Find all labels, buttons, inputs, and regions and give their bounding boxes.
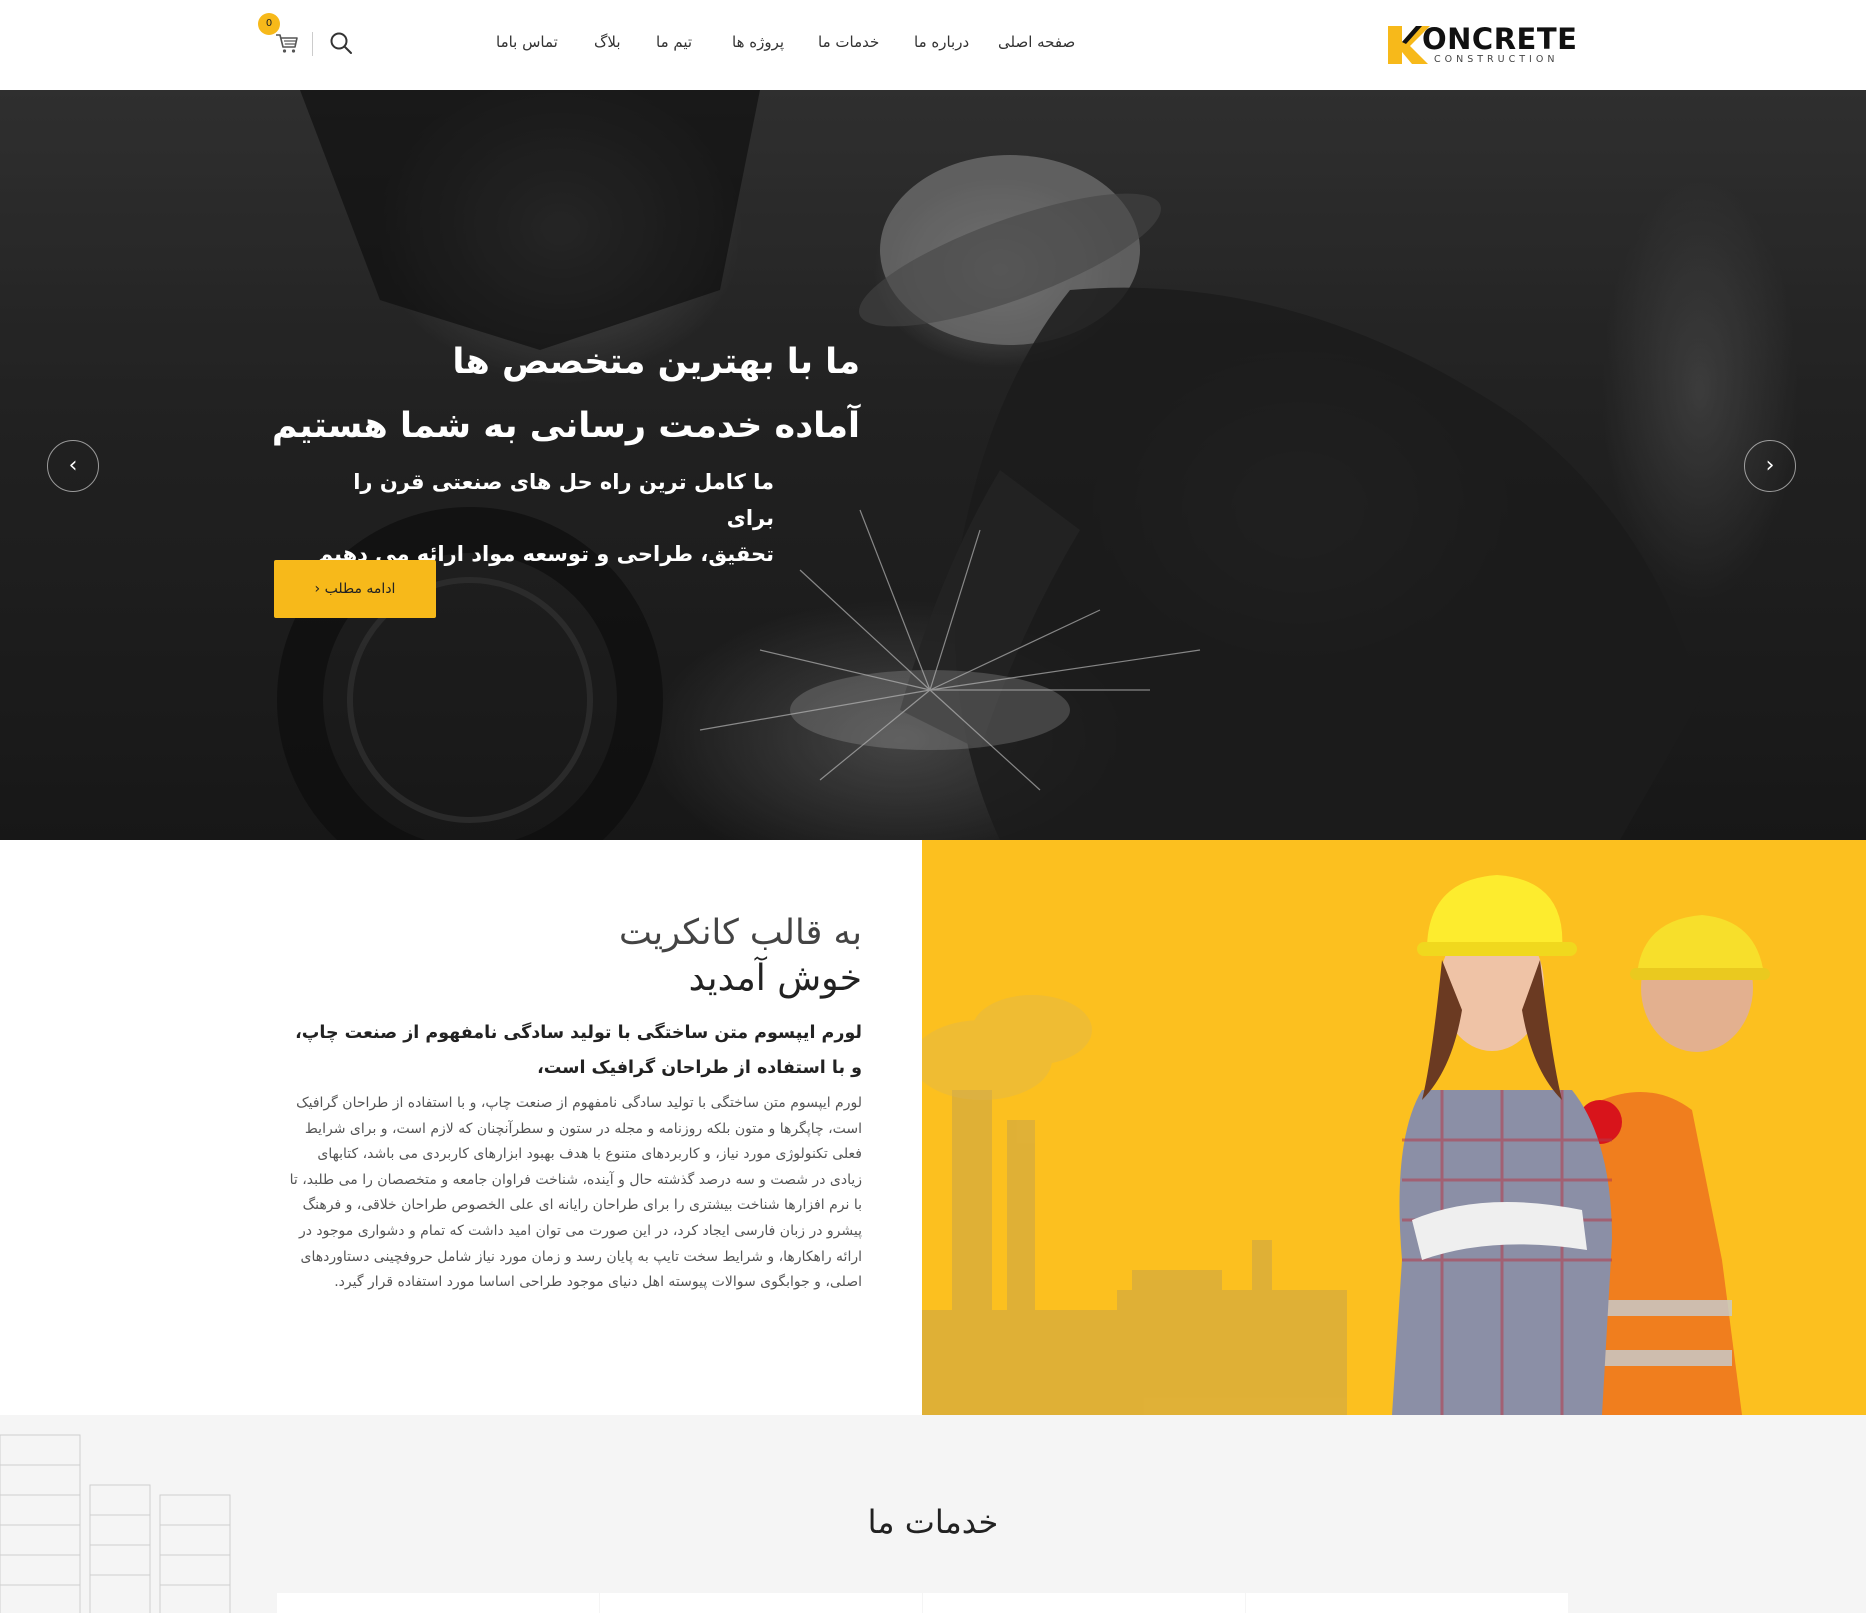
- nav-item-services[interactable]: خدمات ما: [818, 30, 879, 54]
- service-card[interactable]: [1246, 1593, 1568, 1613]
- service-card[interactable]: [600, 1593, 922, 1613]
- hero-title-line1: ما با بهترین متخصص ها: [452, 342, 860, 382]
- chevron-left-icon: ‹: [314, 581, 321, 597]
- services-title: خدمات ما: [867, 1503, 999, 1541]
- workers-illustration: [922, 875, 1770, 1415]
- slider-next-button[interactable]: ›: [1744, 440, 1796, 492]
- nav-item-about[interactable]: درباره ما: [914, 30, 969, 54]
- hero-background-photo: [0, 90, 1866, 840]
- nav-item-team[interactable]: تیم ما: [656, 30, 692, 54]
- search-icon[interactable]: [329, 31, 353, 55]
- welcome-body-text: لورم ایپسوم متن ساختگی با تولید سادگی نا…: [289, 1095, 862, 1291]
- logo-wordmark: ONCRETE: [1422, 22, 1578, 56]
- welcome-title-line1: به قالب کانکریت: [618, 913, 862, 953]
- site-logo[interactable]: ONCRETE CONSTRUCTION: [1388, 22, 1577, 68]
- hero-read-more-button[interactable]: ادامه مطلب ‹: [274, 560, 436, 618]
- welcome-lead-text: لورم ایپسوم متن ساختگی با تولید سادگی نا…: [295, 1023, 862, 1078]
- nav-item-home[interactable]: صفحه اصلی: [998, 30, 1075, 54]
- hero-button-label: ادامه مطلب: [324, 581, 396, 597]
- service-card[interactable]: [277, 1593, 599, 1613]
- cart-icon[interactable]: [274, 30, 300, 56]
- header-divider: [312, 32, 313, 56]
- chevron-right-icon: ›: [1765, 453, 1775, 478]
- chevron-left-icon: ‹: [68, 453, 78, 478]
- site-header: ONCRETE CONSTRUCTION صفحه اصلی درباره ما…: [0, 0, 1866, 90]
- nav-item-projects[interactable]: پروژه ها: [732, 30, 784, 54]
- services-section: خدمات ما: [0, 1415, 1866, 1613]
- logo-tagline: CONSTRUCTION: [1434, 54, 1559, 65]
- nav-item-blog[interactable]: بلاگ: [594, 30, 621, 54]
- hero-title-line2: آماده خدمت رسانی به شما هستیم: [271, 406, 860, 446]
- nav-item-contact[interactable]: تماس باما: [496, 30, 558, 54]
- workers-image: [922, 840, 1866, 1415]
- hero-subtitle-line1: ما کامل ترین راه حل های صنعتی قرن را برا…: [353, 470, 774, 530]
- hero-title: ما با بهترین متخصص ها آماده خدمت رسانی ب…: [270, 330, 860, 458]
- service-card[interactable]: [923, 1593, 1245, 1613]
- hero-subtitle: ما کامل ترین راه حل های صنعتی قرن را برا…: [300, 464, 774, 572]
- welcome-title-line2: خوش آمدید: [688, 958, 862, 999]
- welcome-section: به قالب کانکریت خوش آمدید لورم ایپسوم مت…: [0, 840, 1866, 1415]
- cart-count-badge: 0: [258, 13, 280, 35]
- hero-slider: ما با بهترین متخصص ها آماده خدمت رسانی ب…: [0, 90, 1866, 840]
- slider-prev-button[interactable]: ‹: [47, 440, 99, 492]
